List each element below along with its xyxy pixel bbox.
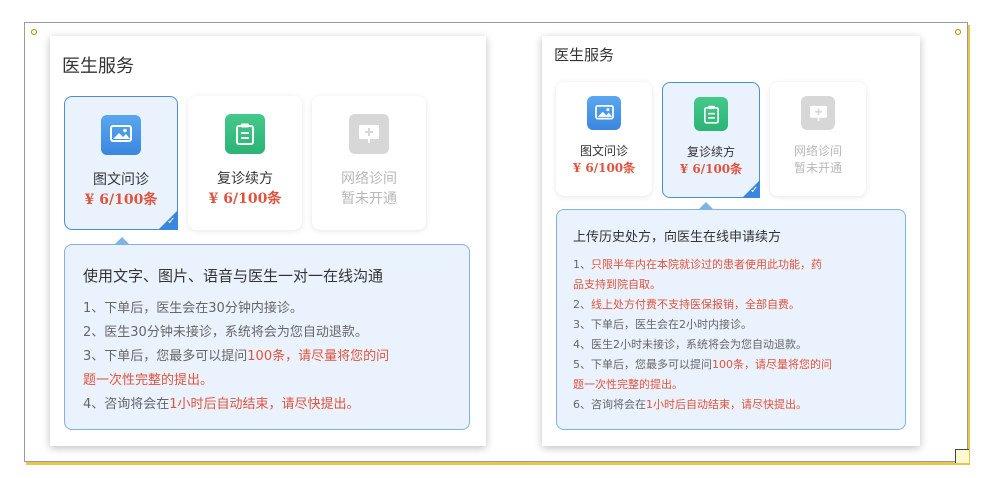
panel-title: 医生服务 xyxy=(554,46,615,64)
monitor-plus-icon xyxy=(349,114,389,154)
doctor-service-panel-left: 医生服务 图文问诊 ¥ 6/100条 ✓ 复诊续方 ¥ 6/100条 网络诊间 … xyxy=(50,36,486,446)
service-card-online-clinic[interactable]: 网络诊间 暂未开通 xyxy=(312,96,426,230)
service-name: 网络诊间 xyxy=(793,144,842,158)
service-price: ¥ 6/100条 xyxy=(572,161,636,175)
description-line: 4、咨询将会在1小时后自动结束，请尽快提出。 xyxy=(83,397,360,412)
service-card-online-clinic[interactable]: 网络诊间 暂未开通 xyxy=(770,82,866,196)
description-line: 5、下单后，您最多可以提问100条，请尽量将您的问 xyxy=(573,358,832,371)
service-name: 复诊续方 xyxy=(217,171,273,187)
service-name: 图文问诊 xyxy=(93,172,149,188)
clipboard-icon xyxy=(694,97,728,131)
description-line: 3、下单后，医生会在2小时内接诊。 xyxy=(573,318,752,331)
service-price: ¥ 6/100条 xyxy=(84,192,158,208)
description-title: 上传历史处方，向医生在线申请续方 xyxy=(573,230,782,245)
description-line: 2、医生30分钟未接诊，系统将会为您自动退款。 xyxy=(83,325,368,340)
service-name: 网络诊间 xyxy=(341,171,397,187)
service-card-revisit-prescription[interactable]: 复诊续方 ¥ 6/100条 xyxy=(188,96,302,230)
description-line: 4、医生2小时未接诊，系统将会为您自动退款。 xyxy=(573,338,807,351)
service-card-image-consult[interactable]: 图文问诊 ¥ 6/100条 ✓ xyxy=(64,96,178,230)
corner-pin-icon xyxy=(31,29,37,35)
description-title: 使用文字、图片、语音与医生一对一在线沟通 xyxy=(83,267,384,285)
description-line: 1、只限半年内在本院就诊过的患者使用此功能，药 xyxy=(573,258,822,271)
corner-pin-icon xyxy=(955,29,961,35)
page-fold-icon xyxy=(955,449,969,463)
selected-check-icon: ✓ xyxy=(742,180,760,198)
pointer-arrow xyxy=(115,237,129,244)
service-status: 暂未开通 xyxy=(341,191,397,207)
doctor-service-panel-right: 医生服务 图文问诊 ¥ 6/100条 复诊续方 ¥ 6/100条 ✓ 网络诊间 … xyxy=(542,36,920,446)
description-line: 6、咨询将会在1小时后自动结束，请尽快提出。 xyxy=(573,398,807,411)
description-line: 2、线上处方付费不支持医保报销，全部自费。 xyxy=(573,298,800,311)
service-description: 使用文字、图片、语音与医生一对一在线沟通 1、下单后，医生会在30分钟内接诊。 … xyxy=(64,237,470,430)
service-price: ¥ 6/100条 xyxy=(208,191,282,207)
service-name: 复诊续方 xyxy=(686,145,735,159)
panel-title: 医生服务 xyxy=(62,56,134,77)
clipboard-icon xyxy=(225,114,265,154)
description-line: 题一次性完整的提出。 xyxy=(83,373,214,388)
description-line: 1、下单后，医生会在30分钟内接诊。 xyxy=(83,301,303,316)
description-line: 品支持到院自取。 xyxy=(573,278,661,291)
description-line: 题一次性完整的提出。 xyxy=(573,378,683,391)
monitor-plus-icon xyxy=(801,96,835,130)
service-card-revisit-prescription[interactable]: 复诊续方 ¥ 6/100条 ✓ xyxy=(662,82,760,198)
service-card-image-consult[interactable]: 图文问诊 ¥ 6/100条 xyxy=(556,82,652,196)
image-icon xyxy=(101,115,141,155)
description-line: 3、下单后，您最多可以提问100条，请尽量将您的问 xyxy=(83,349,390,364)
service-status: 暂未开通 xyxy=(793,161,842,175)
image-icon xyxy=(587,96,621,130)
service-name: 图文问诊 xyxy=(579,144,628,158)
service-price: ¥ 6/100条 xyxy=(679,162,743,176)
service-description: 上传历史处方，向医生在线申请续方 1、只限半年内在本院就诊过的患者使用此功能，药… xyxy=(556,202,906,430)
pointer-arrow xyxy=(699,202,713,209)
selected-check-icon: ✓ xyxy=(158,210,178,230)
